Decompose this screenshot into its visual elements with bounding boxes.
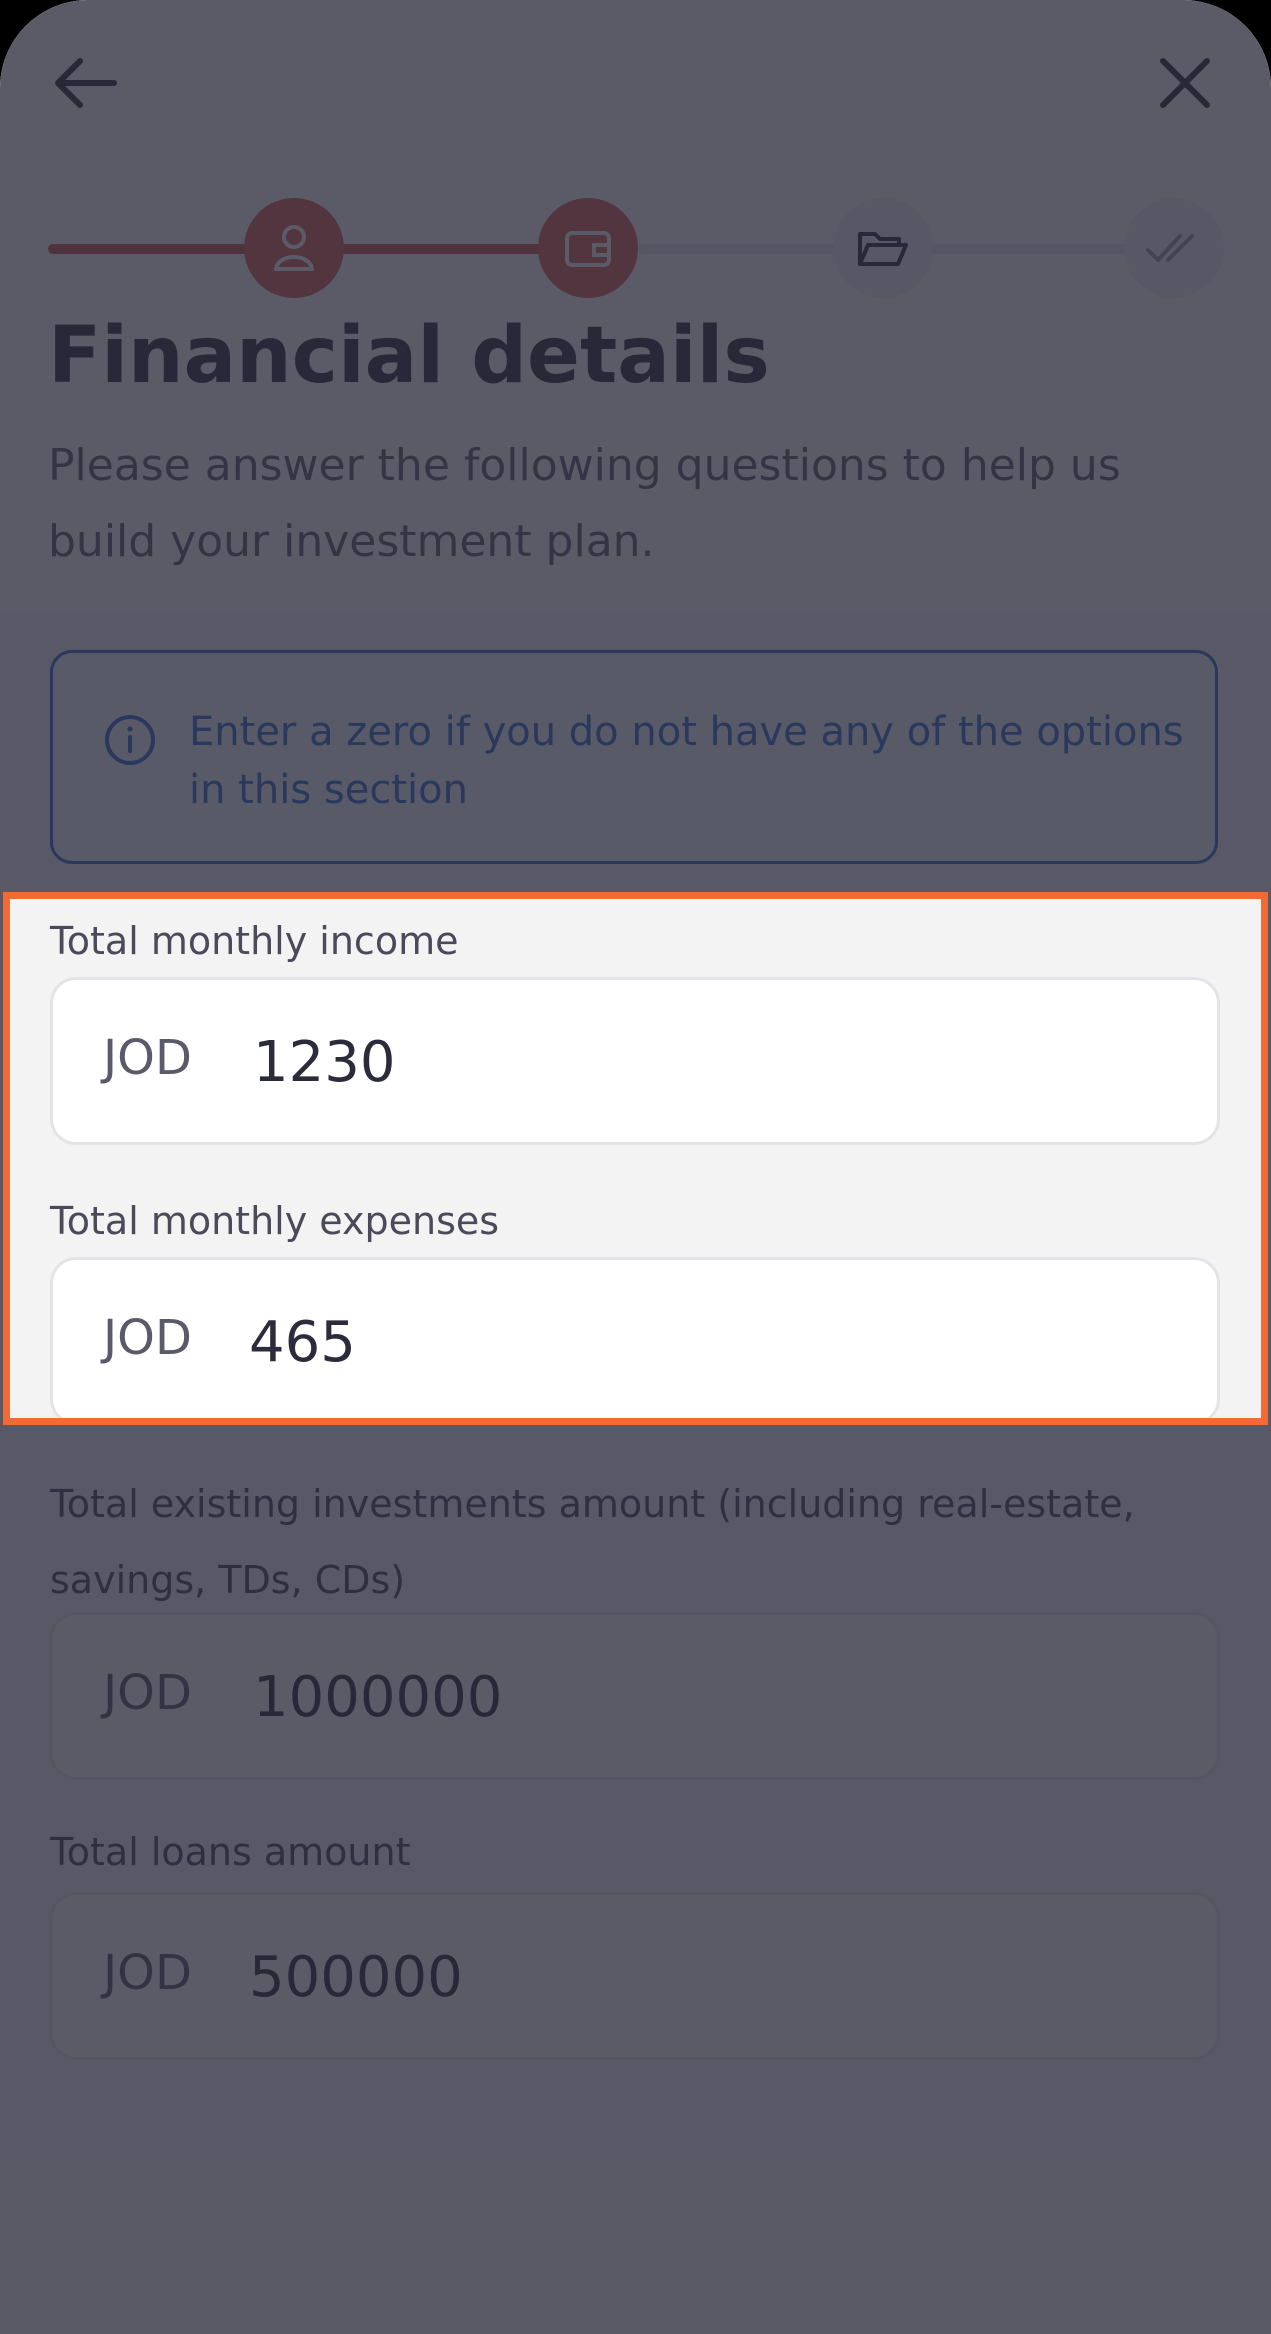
income-value: 1230 bbox=[253, 1030, 396, 1095]
step-financial bbox=[538, 198, 638, 298]
step-review bbox=[1124, 198, 1224, 298]
wallet-icon bbox=[565, 231, 611, 267]
info-icon bbox=[105, 715, 155, 765]
progress-stepper bbox=[48, 198, 1224, 298]
back-button[interactable] bbox=[40, 38, 130, 128]
double-check-icon bbox=[1146, 234, 1194, 262]
close-icon bbox=[1160, 58, 1210, 108]
expenses-input[interactable]: JOD 465 bbox=[50, 1257, 1220, 1422]
step-documents bbox=[833, 198, 933, 298]
field-label-investments: Total existing investments amount (inclu… bbox=[50, 1482, 1135, 1602]
currency-label: JOD bbox=[103, 1945, 192, 2001]
currency-label: JOD bbox=[103, 1030, 192, 1086]
user-icon bbox=[274, 225, 314, 271]
highlighted-region: Total monthly income JOD 1230 Total mont… bbox=[6, 895, 1265, 1422]
currency-label: JOD bbox=[103, 1665, 192, 1721]
expenses-value: 465 bbox=[249, 1310, 356, 1375]
info-text: Enter a zero if you do not have any of t… bbox=[189, 709, 1184, 813]
step-personal bbox=[244, 198, 344, 298]
page-title: Financial details bbox=[48, 311, 770, 401]
close-button[interactable] bbox=[1140, 38, 1230, 128]
currency-label: JOD bbox=[103, 1310, 192, 1366]
loans-input[interactable]: JOD 500000 bbox=[50, 1892, 1220, 2060]
folder-open-icon bbox=[858, 232, 908, 266]
arrow-left-icon bbox=[55, 58, 117, 108]
financial-details-screen: Financial details Please answer the foll… bbox=[0, 0, 1271, 2334]
income-input[interactable]: JOD 1230 bbox=[50, 977, 1220, 1145]
info-banner: Enter a zero if you do not have any of t… bbox=[50, 650, 1218, 864]
field-label-loans: Total loans amount bbox=[50, 1830, 411, 1874]
page-subtitle: Please answer the following questions to… bbox=[48, 440, 1121, 567]
field-label-income: Total monthly income bbox=[50, 919, 459, 963]
loans-value: 500000 bbox=[249, 1945, 463, 2010]
investments-input[interactable]: JOD 1000000 bbox=[50, 1612, 1220, 1780]
field-label-expenses: Total monthly expenses bbox=[50, 1199, 500, 1243]
investments-value: 1000000 bbox=[253, 1665, 503, 1730]
